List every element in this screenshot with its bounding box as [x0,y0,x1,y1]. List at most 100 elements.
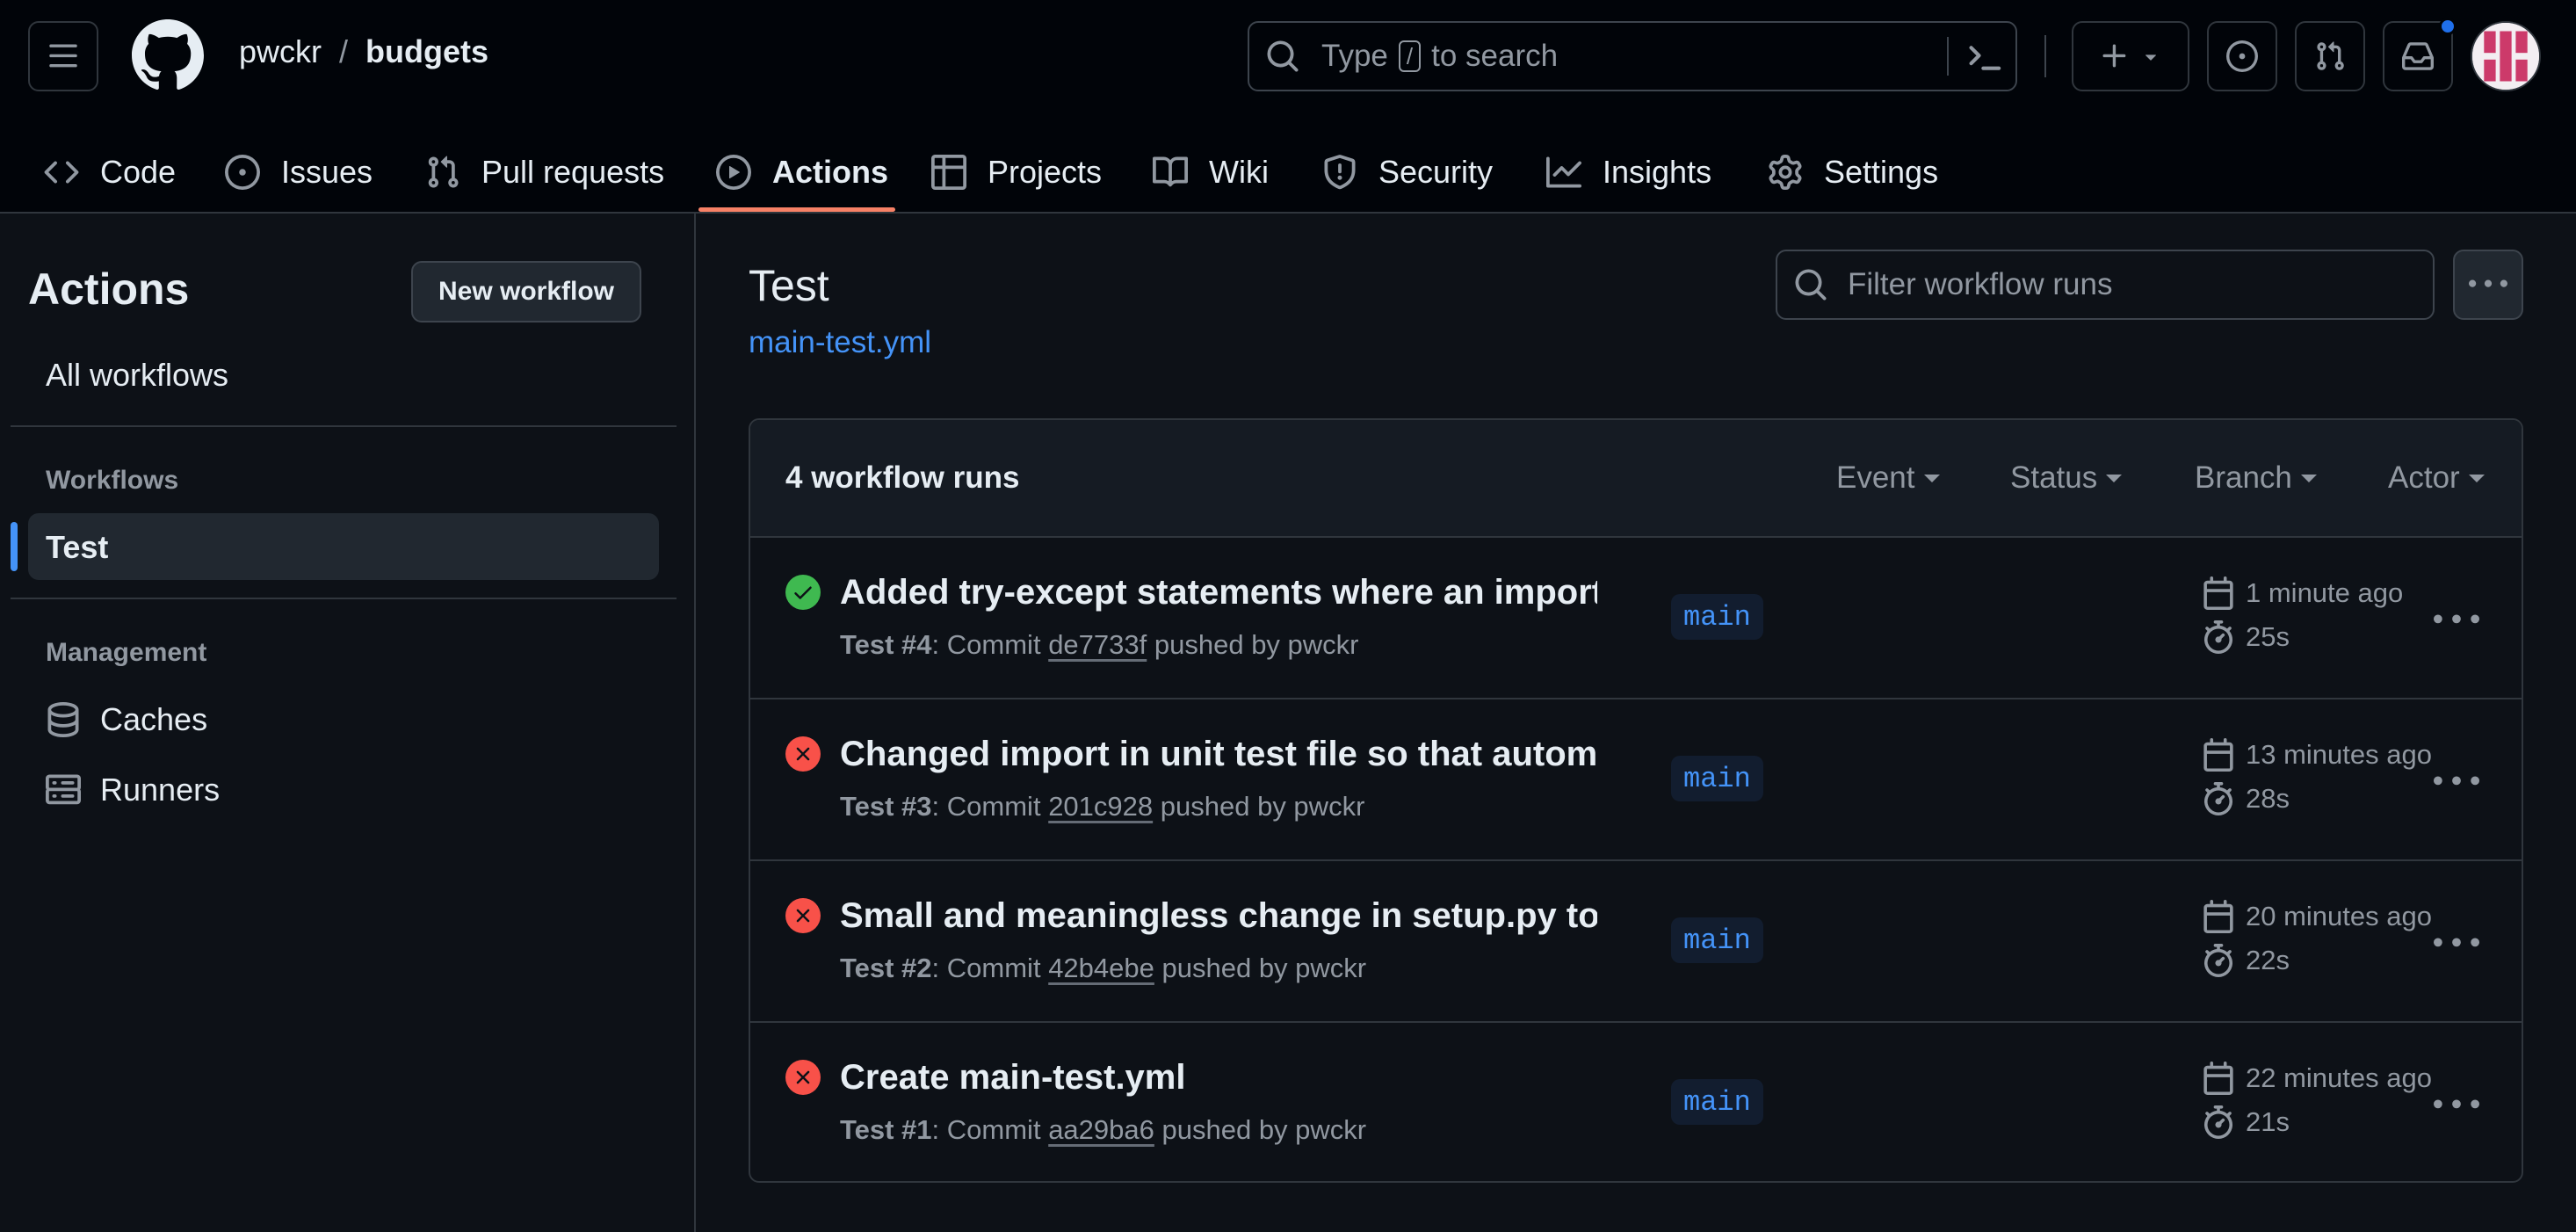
workflow-file-link[interactable]: main-test.yml [749,325,931,360]
breadcrumb: pwckr / budgets [239,33,488,70]
git-pull-request-icon [2317,41,2344,70]
kebab-horizontal-icon [2469,279,2507,287]
commit-label: Commit [946,1114,1041,1145]
filter-workflow-runs-input[interactable]: Filter workflow runs [1776,250,2435,320]
run-time-text: 20 minutes ago [2246,901,2432,931]
branch-label[interactable]: main [1671,756,1763,801]
all-workflows-link[interactable]: All workflows [46,357,228,394]
workflow-menu-button[interactable] [2453,250,2523,320]
tab-issues[interactable]: Issues [225,132,373,213]
workflow-run-row[interactable]: Create main-test.yml Test #1: Commit aa2… [750,1023,2522,1181]
tab-code-label: Code [100,154,177,190]
branch-label[interactable]: main [1671,594,1763,640]
tab-pull-requests-label: Pull requests [481,154,665,190]
run-duration: 28s [2202,782,2290,815]
selected-indicator [11,522,18,571]
workflows-heading: Workflows [46,466,179,495]
run-menu-button[interactable] [2434,598,2479,643]
menu-button[interactable] [28,21,98,91]
run-meta: Test #2: Commit 42b4ebe pushed by pwckr [840,953,1367,983]
tab-security[interactable]: Security [1322,132,1493,213]
pull-requests-button[interactable] [2295,21,2365,91]
kebab-horizontal-icon [2434,776,2479,786]
run-duration-text: 21s [2246,1106,2290,1137]
x-icon [796,909,810,923]
tab-pull-requests[interactable]: Pull requests [425,132,664,213]
calendar-icon [2203,738,2233,772]
tab-wiki[interactable]: Wiki [1153,132,1269,213]
failure-status-icon [785,1060,821,1095]
tab-insights-label: Insights [1603,154,1712,190]
branch-filter-dropdown[interactable]: Branch [2195,460,2317,496]
commit-link[interactable]: 42b4ebe [1048,953,1154,983]
tab-issues-label: Issues [281,154,373,190]
sidebar-item-test[interactable] [28,513,659,580]
calendar-icon [2203,576,2233,610]
github-logo-icon[interactable] [132,19,204,91]
workflow-run-row[interactable]: Added try-except statements where an imp… [750,538,2522,699]
sidebar-item-runners[interactable]: Runners [46,772,220,808]
issue-icon [225,155,260,190]
branch-label[interactable]: main [1671,1079,1763,1125]
create-new-button[interactable] [2072,21,2189,91]
graph-icon [1546,156,1581,188]
run-title[interactable]: Small and meaningless change in setup.py… [840,896,1597,936]
table-icon [931,155,966,190]
tab-projects[interactable]: Projects [931,132,1102,213]
run-time: 20 minutes ago [2202,900,2432,933]
tab-code[interactable]: Code [44,132,176,213]
calendar-icon [2203,900,2233,933]
owner-link[interactable]: pwckr [239,33,322,70]
search-shortcut-key: / [1398,40,1422,72]
run-menu-button[interactable] [2434,759,2479,805]
pushed-by: pushed by pwckr [1161,953,1367,983]
tab-wiki-label: Wiki [1209,154,1269,190]
actor-filter-dropdown[interactable]: Actor [2388,460,2485,496]
branch-label[interactable]: main [1671,917,1763,963]
tab-actions[interactable]: Actions [716,132,888,213]
global-search[interactable]: Type / to search [1248,21,2017,91]
run-menu-button[interactable] [2434,1083,2479,1128]
run-duration: 21s [2202,1105,2290,1139]
failure-status-icon [785,898,821,933]
commit-link[interactable]: 201c928 [1048,791,1153,822]
issues-button[interactable] [2207,21,2277,91]
commit-link[interactable]: aa29ba6 [1048,1114,1154,1145]
stopwatch-icon [2203,620,2233,654]
identicon-icon [2472,23,2539,90]
sidebar-title: Actions [28,265,190,314]
inbox-icon [2402,42,2434,70]
user-avatar[interactable] [2471,21,2541,91]
run-meta: Test #4: Commit de7733f pushed by pwckr [840,629,1359,660]
run-time-text: 1 minute ago [2246,577,2404,608]
search-suffix: to search [1431,39,1559,73]
kebab-horizontal-icon [2434,938,2479,947]
command-palette-icon[interactable] [1965,39,2003,77]
status-filter-dropdown[interactable]: Status [2010,460,2122,496]
event-filter-dropdown[interactable]: Event [1836,460,1940,496]
gear-icon [1769,155,1802,190]
run-time: 1 minute ago [2202,576,2403,610]
repo-link[interactable]: budgets [365,33,488,70]
tab-settings[interactable]: Settings [1768,132,1938,213]
pushed-by: pushed by pwckr [1160,791,1365,822]
run-duration-text: 22s [2246,945,2290,975]
header-divider [2044,35,2046,77]
calendar-icon [2203,1062,2233,1095]
search-placeholder: Type / to search [1321,39,1558,74]
x-icon [796,1070,810,1084]
commit-link[interactable]: de7733f [1048,629,1147,660]
tab-insights[interactable]: Insights [1546,132,1711,213]
run-title[interactable]: Added try-except statements where an imp… [840,573,1597,612]
workflow-run-row[interactable]: Changed import in unit test file so that… [750,699,2522,861]
sidebar-item-caches[interactable]: Caches [46,701,207,738]
workflow-run-row[interactable]: Small and meaningless change in setup.py… [750,861,2522,1023]
run-time: 13 minutes ago [2202,738,2432,772]
run-menu-button[interactable] [2434,921,2479,967]
tab-security-label: Security [1378,154,1494,190]
issue-opened-icon [2226,40,2258,72]
stopwatch-icon [2203,1105,2233,1139]
run-title[interactable]: Changed import in unit test file so that… [840,735,1597,774]
run-title[interactable]: Create main-test.yml [840,1058,1597,1098]
new-workflow-button[interactable]: New workflow [411,261,641,322]
